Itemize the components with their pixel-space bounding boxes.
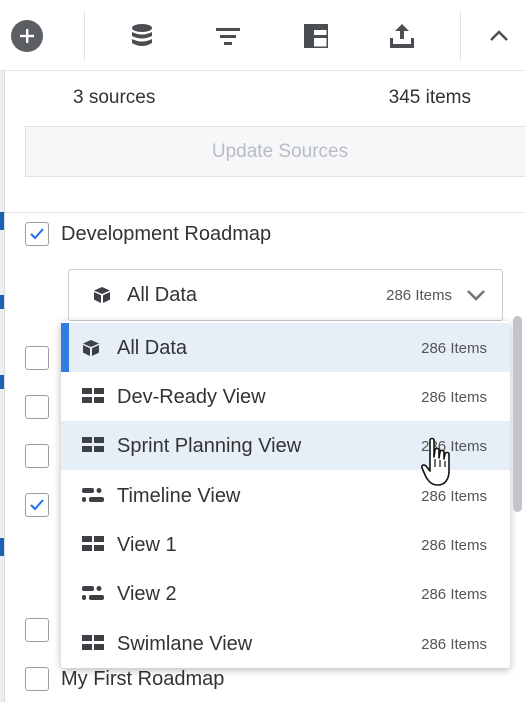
edge-marker	[0, 212, 4, 230]
view-selector-label: All Data	[127, 284, 198, 306]
dropdown-item-dev-ready-view[interactable]: Dev-Ready View 286 Items	[61, 372, 510, 421]
dropdown-scrollbar[interactable]	[513, 316, 522, 512]
grid-icon	[82, 536, 104, 551]
grid-icon	[82, 437, 104, 452]
dropdown-item-count: 286 Items	[421, 586, 487, 603]
hand-cursor-icon	[421, 437, 450, 486]
divider	[5, 212, 525, 213]
cube-icon	[94, 287, 110, 303]
dropdown-item-swimlane-view[interactable]: Swimlane View 286 Items	[61, 619, 510, 668]
dropdown-item-all-data[interactable]: All Data 286 Items	[61, 323, 510, 372]
cube-icon	[83, 340, 99, 356]
collapse-button[interactable]	[477, 14, 521, 58]
view-selector-count: 286 Items	[386, 287, 452, 304]
plus-circle-icon	[11, 20, 43, 52]
dropdown-item-label: All Data	[117, 337, 188, 359]
dropdown-item-count: 286 Items	[421, 636, 487, 653]
dropdown-item-count: 286 Items	[421, 537, 487, 554]
view-dropdown: All Data 286 Items Dev-Ready View 286 It…	[61, 321, 510, 668]
add-button[interactable]	[5, 14, 49, 58]
checkmark-icon	[30, 499, 44, 511]
items-count: 345 items	[388, 87, 471, 108]
timeline-icon	[82, 586, 104, 600]
layout-button[interactable]	[294, 14, 338, 58]
toolbar	[0, 0, 525, 71]
timeline-icon	[82, 488, 104, 502]
sources-button[interactable]	[120, 14, 164, 58]
export-button[interactable]	[380, 14, 424, 58]
roadmap-checkbox[interactable]	[25, 493, 49, 517]
toolbar-divider	[460, 12, 461, 60]
counts-row: 3 sources 345 items	[73, 87, 471, 111]
roadmap-checkbox[interactable]	[25, 346, 49, 370]
filter-icon	[216, 28, 240, 45]
toolbar-divider	[84, 12, 85, 60]
upload-icon	[390, 24, 414, 48]
checkmark-icon	[30, 228, 44, 240]
view-selector[interactable]: All Data 286 Items	[68, 269, 503, 321]
chevron-down-icon	[467, 290, 485, 301]
roadmap-checkbox[interactable]	[25, 395, 49, 419]
layout-icon	[304, 24, 328, 48]
roadmap-checkbox[interactable]	[25, 444, 49, 468]
dropdown-item-count: 286 Items	[421, 389, 487, 406]
filter-button[interactable]	[206, 14, 250, 58]
edge-marker	[0, 538, 4, 556]
dropdown-item-view-2[interactable]: View 2 286 Items	[61, 569, 510, 618]
grid-icon	[82, 635, 104, 650]
dropdown-item-view-1[interactable]: View 1 286 Items	[61, 520, 510, 569]
sources-count: 3 sources	[73, 87, 156, 108]
dropdown-item-label: Sprint Planning View	[117, 435, 302, 457]
dropdown-item-label: View 2	[117, 583, 177, 605]
grid-icon	[82, 388, 104, 403]
my-first-roadmap-label: My First Roadmap	[61, 668, 225, 690]
dropdown-item-label: Timeline View	[117, 485, 241, 507]
database-icon	[132, 24, 152, 46]
roadmap-checkbox[interactable]	[25, 618, 49, 642]
update-sources-button[interactable]: Update Sources	[25, 126, 525, 177]
edge-marker	[0, 295, 4, 309]
development-roadmap-label: Development Roadmap	[61, 223, 272, 245]
my-first-roadmap-checkbox[interactable]	[25, 667, 49, 691]
edge-marker	[0, 375, 4, 389]
dropdown-item-count: 286 Items	[421, 340, 487, 357]
chevron-up-icon	[490, 30, 508, 41]
development-roadmap-checkbox[interactable]	[25, 222, 49, 246]
dropdown-item-label: View 1	[117, 534, 177, 556]
dropdown-item-label: Swimlane View	[117, 633, 253, 655]
dropdown-item-label: Dev-Ready View	[117, 386, 266, 408]
